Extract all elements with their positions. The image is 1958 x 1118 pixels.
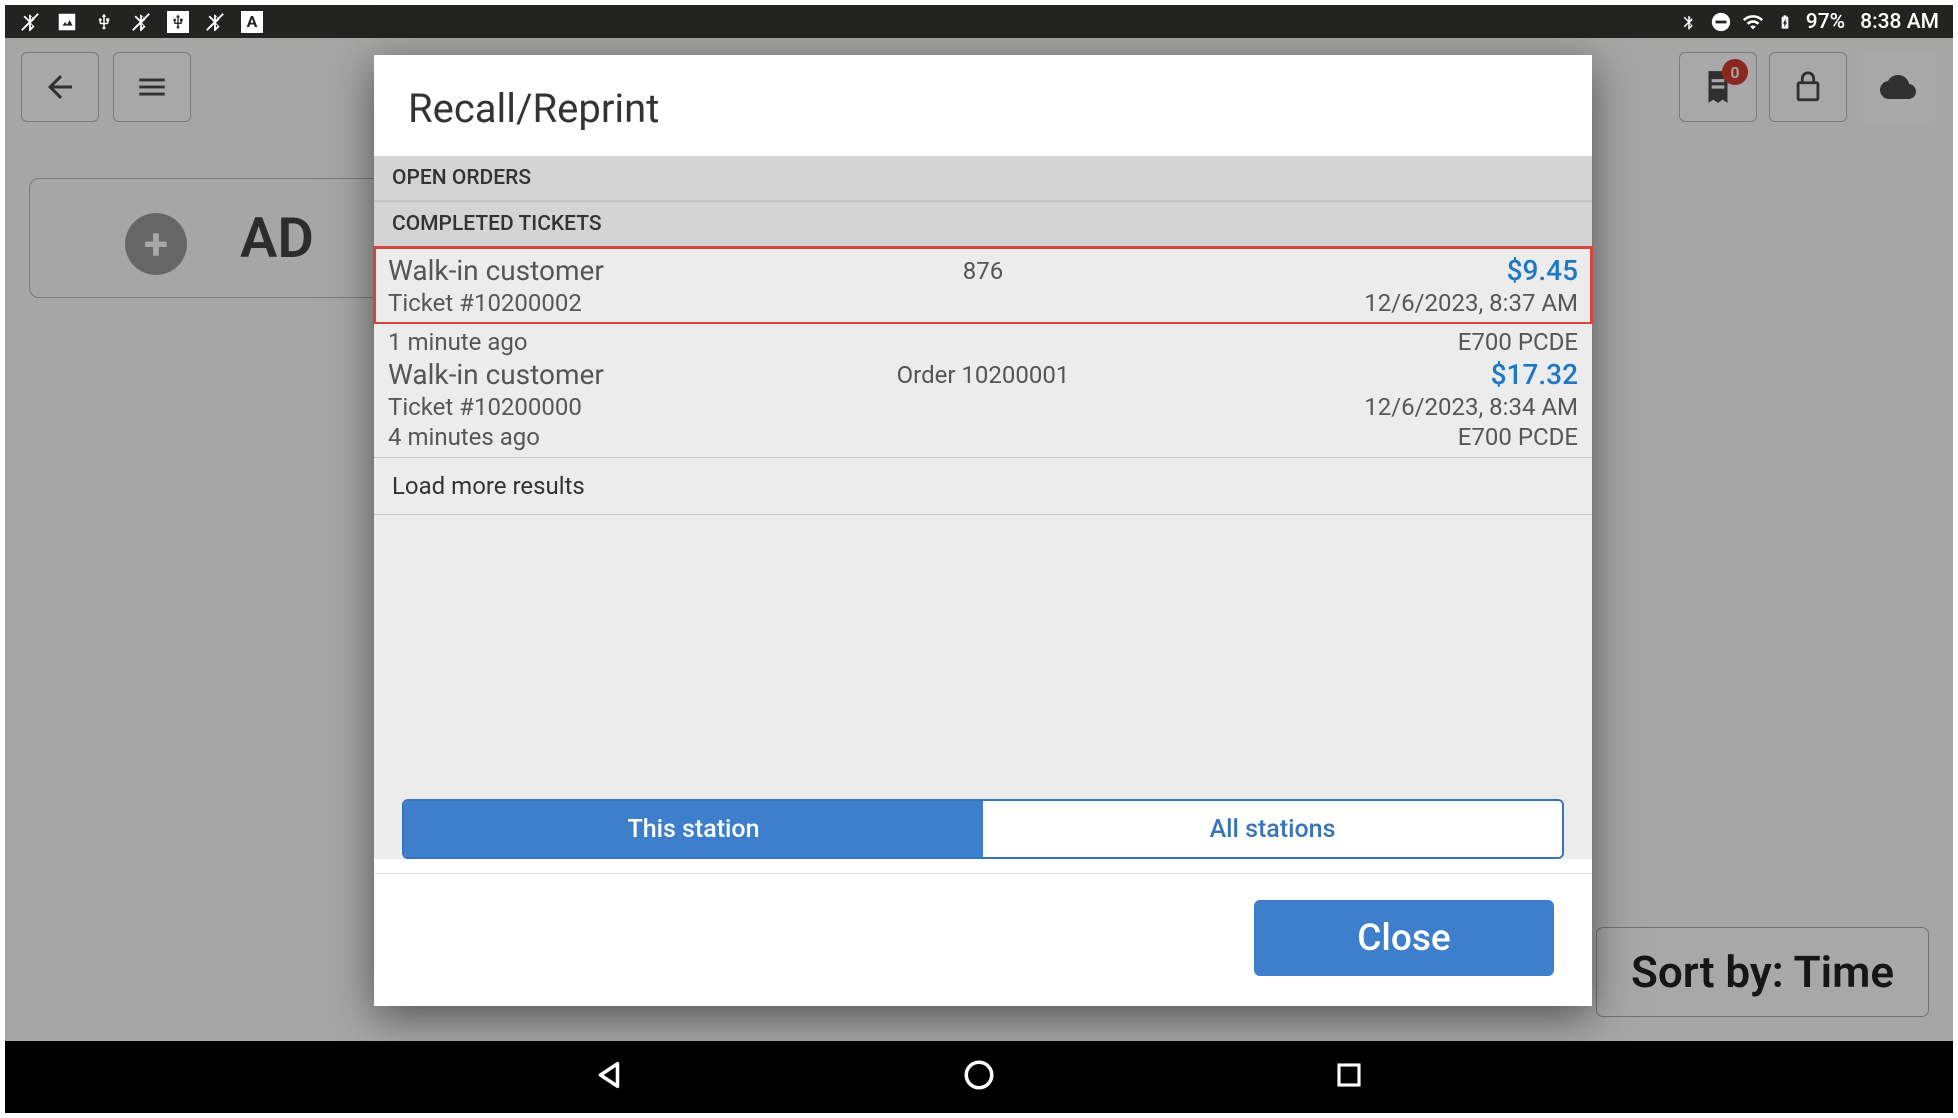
ticket-middle-label: Order 10200001: [897, 361, 1070, 389]
nav-recent-button[interactable]: [1334, 1060, 1364, 1094]
sort-by-button[interactable]: Sort by: Time: [1596, 927, 1929, 1017]
ticket-elapsed: 1 minute ago: [388, 328, 528, 356]
bt-off-icon: [19, 11, 41, 33]
this-station-tab[interactable]: This station: [404, 801, 983, 857]
menu-button[interactable]: [113, 52, 191, 122]
status-time: 8:38 AM: [1860, 10, 1939, 34]
recall-reprint-modal: Recall/Reprint OPEN ORDERS COMPLETED TIC…: [374, 55, 1592, 1006]
close-button[interactable]: Close: [1254, 900, 1554, 976]
nav-home-button[interactable]: [962, 1058, 996, 1096]
ticket-row[interactable]: Walk-in customer 876 $9.45 Ticket #10200…: [374, 247, 1592, 324]
battery-percentage: 97%: [1806, 10, 1845, 34]
add-label: AD: [240, 205, 314, 271]
a-box-icon: A: [241, 11, 263, 33]
bluetooth-icon: [1678, 11, 1700, 33]
receipt-badge-count: 0: [1722, 59, 1748, 85]
wifi-icon: [1742, 11, 1764, 33]
all-stations-tab[interactable]: All stations: [983, 801, 1562, 857]
ticket-terminal: E700 PCDE: [1458, 328, 1578, 356]
load-more-button[interactable]: Load more results: [374, 458, 1592, 515]
ticket-customer-name: Walk-in customer: [388, 358, 604, 391]
ticket-customer-name: Walk-in customer: [388, 254, 604, 287]
battery-charging-icon: [1774, 11, 1796, 33]
ticket-price: $9.45: [1507, 254, 1578, 287]
back-button[interactable]: [21, 52, 99, 122]
ticket-row[interactable]: 1 minute ago E700 PCDE Walk-in customer …: [374, 324, 1592, 458]
ticket-number: Ticket #10200000: [388, 393, 582, 421]
lock-button[interactable]: [1769, 52, 1847, 122]
image-icon: [56, 11, 78, 33]
usb-icon-box: [167, 11, 189, 33]
bt-off-icon-3: [204, 11, 226, 33]
nav-back-button[interactable]: [592, 1058, 626, 1096]
ticket-terminal: E700 PCDE: [1458, 423, 1578, 451]
ticket-datetime: 12/6/2023, 8:37 AM: [1364, 289, 1578, 317]
modal-title: Recall/Reprint: [374, 55, 1592, 156]
bt-off-icon-2: [130, 11, 152, 33]
ticket-datetime: 12/6/2023, 8:34 AM: [1364, 393, 1578, 421]
completed-tickets-header[interactable]: COMPLETED TICKETS: [374, 201, 1592, 247]
dnd-icon: [1710, 11, 1732, 33]
ticket-middle-label: 876: [963, 257, 1003, 285]
ticket-number: Ticket #10200002: [388, 289, 582, 317]
ticket-price: $17.32: [1491, 358, 1578, 391]
ticket-elapsed: 4 minutes ago: [388, 423, 540, 451]
usb-icon: [93, 11, 115, 33]
open-orders-header[interactable]: OPEN ORDERS: [374, 156, 1592, 201]
android-status-bar: A 97% 8:38 AM: [5, 5, 1953, 38]
station-filter-toggle: This station All stations: [402, 799, 1564, 859]
cloud-button[interactable]: [1859, 52, 1937, 122]
receipt-button[interactable]: 0: [1679, 52, 1757, 122]
android-nav-bar: [5, 1041, 1953, 1113]
